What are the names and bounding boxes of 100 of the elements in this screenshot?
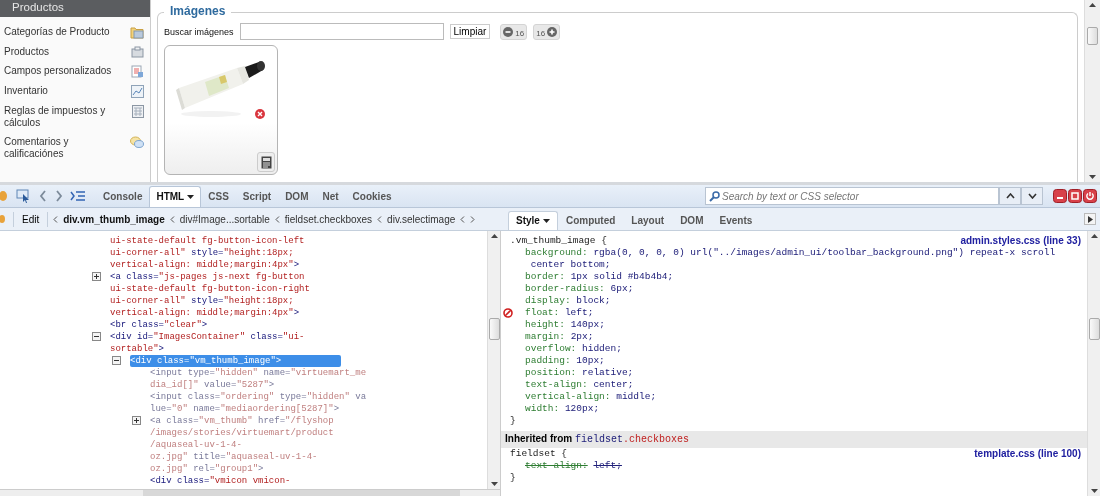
css-property[interactable]: overflow: hidden; [525,343,1081,355]
minimize-icon[interactable] [1053,189,1067,203]
back-icon[interactable] [38,189,48,203]
scroll-thumb[interactable] [1087,27,1098,45]
power-icon[interactable] [1083,189,1097,203]
panel-tab[interactable]: CSS [201,186,236,207]
inspect-icon[interactable] [16,189,32,203]
code-block[interactable]: <div class="vmicon vmicon- [150,475,291,487]
plus-icon [547,26,558,37]
caret-icon [187,194,195,199]
scroll-up-icon[interactable] [1090,234,1098,238]
panel-tab[interactable]: Net [315,186,346,207]
more-tabs-button[interactable] [1084,213,1096,225]
code-block[interactable]: ui-state-default fg-button-icon-left ui-corner-all" style="height:18px; vertical-align: middle;margin:4px"> [110,235,305,271]
side-panel-tab[interactable]: Events [711,211,761,230]
panel-tab[interactable]: Cookies [345,186,399,207]
chevron-icon [274,215,280,223]
source-link[interactable]: template.css (line 100) [974,448,1081,460]
scroll-up-icon[interactable] [490,234,498,238]
collapse-icon[interactable] [92,332,101,341]
search-field[interactable] [239,23,444,40]
css-property[interactable]: text-align: left; [525,460,1081,472]
code-block[interactable]: <a class="js-pages js-next fg-button ui-state-default fg-button-icon-right ui-corner-all" style="height:18px; vertical-align: middle;margin:4px"> [110,271,310,319]
css-property[interactable]: position: relative; [525,367,1081,379]
forward-icon[interactable] [54,189,64,203]
source-link[interactable]: admin.styles.css (line 33) [960,235,1081,247]
expand-icon[interactable] [132,416,141,425]
css-property[interactable]: padding: 10px; [525,355,1081,367]
next-match-button[interactable] [1021,187,1043,205]
breadcrumb-item[interactable]: div.vm_thumb_image [63,213,165,225]
folder-icon [130,26,144,39]
delete-icon[interactable] [255,109,265,119]
next-page-button[interactable]: 16 [533,23,561,40]
css-property[interactable]: vertical-align: middle; [525,391,1081,403]
scrollbar[interactable] [1084,0,1100,182]
sidebar-item[interactable]: Comentarios y calificaciónes [0,136,150,160]
breadcrumb-item[interactable]: fieldset.checkboxes [284,213,373,225]
down-icon [1027,193,1037,199]
sidebar-item[interactable]: Productos [0,46,150,58]
form-icon [131,65,144,78]
breadcrumb-item[interactable]: div.selectimage [387,213,456,225]
code-block[interactable]: <div id="ImagesContainer" class="ui- sortable"> [110,331,305,355]
css-property[interactable]: text-align: center; [525,379,1081,391]
calculator-icon [132,105,144,118]
css-property[interactable]: width: 120px; [525,403,1081,415]
css-property[interactable]: border: 1px solid #b4b4b4; [525,271,1081,283]
scroll-up-icon[interactable] [1089,3,1096,7]
image-thumbnail[interactable] [164,45,278,175]
panel-tab[interactable]: Console [96,186,150,207]
clear-button[interactable]: Limpiar [449,24,491,39]
chart-icon [131,85,144,98]
document-button[interactable] [257,152,275,172]
detach-icon[interactable] [1068,189,1082,203]
edit-button[interactable]: Edit [13,211,49,227]
css-property[interactable]: display: block; [525,295,1081,307]
search-icon [709,191,720,202]
previous-match-button[interactable] [999,187,1021,205]
css-property[interactable]: height: 140px; [525,319,1081,331]
css-property[interactable]: border-radius: 6px; [525,283,1081,295]
sidebar-item[interactable]: Categorías de Producto [0,26,150,39]
css-property[interactable]: background: rgba(0, 0, 0, 0) url("../images/admin_ui/toolbar_background.png") repeat-x scroll center bottom; [525,247,1081,271]
scroll-thumb[interactable] [488,318,500,340]
css-selector: fieldset { [510,448,567,460]
expand-icon[interactable] [92,272,101,281]
scroll-thumb[interactable] [1088,318,1100,340]
code-block[interactable]: <a class="vm_thumb" href="/flyshop /images/stories/virtuemart/product /aquaseal-uv-1-4- oz.jpg" title="aquaseal-uv-1-4- oz.jpg" rel="group1"> [150,415,334,475]
right-arrow-icon [1087,215,1093,223]
scroll-down-icon[interactable] [490,482,498,486]
sidebar-item[interactable]: Reglas de impuestos y cálculos [0,105,150,129]
panel-tab[interactable]: DOM [278,186,316,207]
search-label: Buscar imágenes [164,26,234,37]
sidebar-header: Productos [0,0,150,17]
previous-page-button[interactable]: 16 [500,23,528,40]
search-field[interactable]: Search by text or CSS selector [705,187,999,205]
sidebar-item[interactable]: Inventario [0,85,150,98]
section-legend: Imágenes [164,4,232,18]
css-property[interactable]: margin: 2px; [525,331,1081,343]
chevron-icon [377,215,383,223]
side-panel-tab[interactable]: DOM [672,211,712,230]
up-icon [1005,193,1015,199]
scrollbar[interactable] [1087,231,1100,496]
sidebar-item[interactable]: Campos personalizados [0,65,150,78]
list-icon[interactable] [70,190,86,202]
scrollbar[interactable] [487,231,500,489]
scrollbar[interactable] [0,489,500,496]
panel-tab[interactable]: Script [235,186,279,207]
collapse-icon[interactable] [112,356,121,365]
minus-icon [503,26,514,37]
side-panel-tab[interactable]: Layout [623,211,673,230]
code-block[interactable]: <br class="clear"> [110,319,208,331]
side-panel-tab[interactable]: Computed [557,211,624,230]
chevron-icon [53,215,59,223]
side-panel-tab[interactable]: Style [508,211,558,230]
chat-icon [130,136,144,149]
panel-tab[interactable]: HTML [149,186,202,207]
scroll-down-icon[interactable] [1090,489,1098,493]
css-selector: .vm_thumb_image { [510,235,607,247]
scroll-down-icon[interactable] [1089,175,1096,179]
breadcrumb-item[interactable]: div#Image...sortable [179,213,270,225]
inherited-header: Inherited from fieldset.checkboxes [501,431,1087,448]
